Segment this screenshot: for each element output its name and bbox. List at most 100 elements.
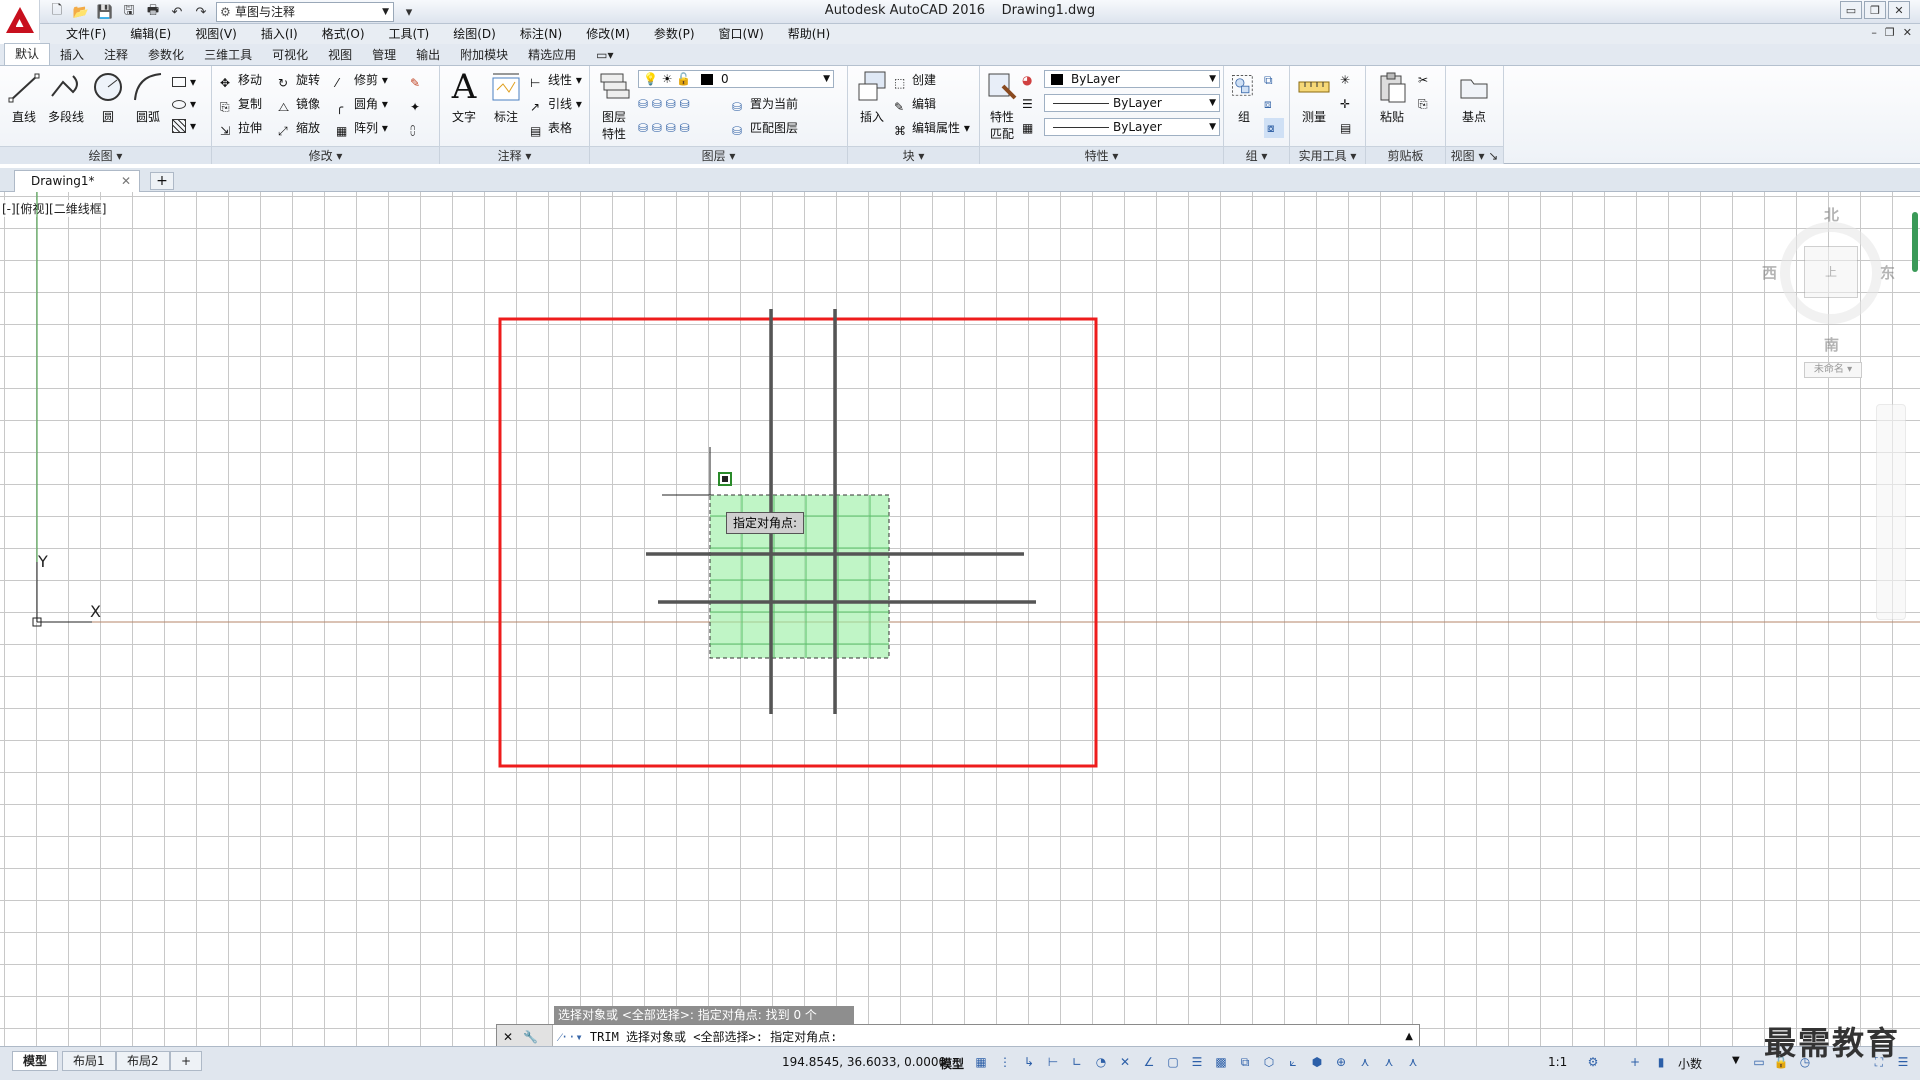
drawing-minimize-button[interactable]: – — [1871, 26, 1877, 39]
rotate-button[interactable]: ↻ 旋转 — [276, 70, 320, 90]
object-snap-tracking-icon[interactable]: ∠ — [1140, 1053, 1158, 1071]
arc-button[interactable]: 圆弧 — [128, 70, 168, 142]
match-layer-button[interactable]: ⛁ 匹配图层 — [730, 118, 798, 138]
command-line[interactable]: ✕ 🔧 ⁄··▾ TRIM 选择对象或 <全部选择>: 指定对角点: ▲ — [496, 1024, 1420, 1046]
base-view-button[interactable]: 基点 — [1454, 70, 1494, 142]
model-space-button[interactable]: 模型 — [940, 1055, 964, 1072]
ellipse-button[interactable]: ▾ — [170, 94, 196, 114]
workspace-select[interactable]: ⚙ 草图与注释 ▼ — [216, 2, 394, 22]
layout-tab-2[interactable]: 布局2 — [116, 1051, 170, 1071]
snap-icon[interactable]: ⋮ — [996, 1053, 1014, 1071]
menu-modify[interactable]: 修改(M) — [574, 24, 642, 44]
menu-draw[interactable]: 绘图(D) — [441, 24, 508, 44]
mirror-button[interactable]: ⧍ 镜像 — [276, 94, 320, 114]
edit-block-button[interactable]: ✎ 编辑 — [892, 94, 936, 114]
auto-scale-icon[interactable]: ⋏ — [1380, 1053, 1398, 1071]
menu-format[interactable]: 格式(O) — [310, 24, 377, 44]
hatch-button[interactable]: ▾ — [170, 116, 196, 136]
trim-button[interactable]: ⁄ 修剪 ▾ — [334, 70, 388, 90]
new-tab-button[interactable]: + — [150, 172, 174, 190]
dynamic-ucs-icon[interactable]: ⟀ — [1284, 1053, 1302, 1071]
document-tab[interactable]: Drawing1* ✕ — [14, 170, 140, 192]
line-button[interactable]: 直线 — [4, 70, 44, 142]
group-selection-toggle[interactable]: ⧇ — [1264, 118, 1284, 138]
grid-icon[interactable]: ▦ — [972, 1053, 990, 1071]
layout-tab-model[interactable]: 模型 — [12, 1051, 59, 1071]
cut-button[interactable]: ✂ — [1418, 70, 1428, 90]
undo-icon[interactable]: ↶ — [168, 3, 186, 21]
menu-help[interactable]: 帮助(H) — [776, 24, 842, 44]
annotation-scale[interactable]: 1:1 — [1548, 1055, 1567, 1069]
tab-view[interactable]: 视图 — [318, 45, 362, 65]
menu-file[interactable]: 文件(F) — [54, 24, 118, 44]
linear-dim-button[interactable]: ⊢ 线性 ▾ — [528, 70, 582, 90]
stretch-button[interactable]: ⇲ 拉伸 — [218, 118, 262, 138]
open-file-icon[interactable]: 📂 — [72, 3, 90, 21]
drawing-close-button[interactable]: ✕ — [1903, 26, 1912, 39]
units-button[interactable]: 小数 — [1678, 1055, 1702, 1072]
wrench-icon[interactable]: 🔧 — [523, 1030, 538, 1044]
menu-dimension[interactable]: 标注(N) — [508, 24, 574, 44]
explode-button[interactable]: ✦ — [408, 94, 428, 114]
group-button[interactable]: 组 — [1226, 70, 1262, 142]
paste-button[interactable]: 粘贴 — [1372, 70, 1412, 142]
scale-button[interactable]: ⤢ 缩放 — [276, 118, 320, 138]
insert-block-button[interactable]: 插入 — [852, 70, 892, 142]
lineweight-display-icon[interactable]: ☰ — [1188, 1053, 1206, 1071]
panel-clipboard-title[interactable]: 剪贴板 — [1366, 146, 1445, 164]
compass-west[interactable]: 西 — [1762, 262, 1777, 283]
array-button[interactable]: ▦ 阵列 ▾ — [334, 118, 388, 138]
menu-insert[interactable]: 插入(I) — [249, 24, 310, 44]
close-button[interactable]: ✕ — [1888, 1, 1910, 19]
restore-button[interactable]: ❐ — [1864, 1, 1886, 19]
measure-button[interactable]: 测量 — [1294, 70, 1334, 142]
menu-tools[interactable]: 工具(T) — [377, 24, 442, 44]
copy-button[interactable]: ⎘ 复制 — [218, 94, 262, 114]
layer-dropdown[interactable]: 💡 ☀ 🔓 0 ▼ — [638, 70, 834, 88]
panel-groups-title[interactable]: 组 ▾ — [1224, 146, 1289, 164]
polar-icon[interactable]: ◔ — [1092, 1053, 1110, 1071]
menu-window[interactable]: 窗口(W) — [707, 24, 776, 44]
compass-north[interactable]: 北 — [1824, 204, 1839, 225]
drawing-canvas[interactable]: [-][俯视][二维线框] Y X 指定对角点: 北 南 东 西 上 未命名 ▾… — [0, 192, 1920, 1046]
compass-south[interactable]: 南 — [1824, 334, 1839, 355]
edit-attributes-button[interactable]: ⌘ 编辑属性 ▾ — [892, 118, 970, 138]
transparency-button[interactable]: ▦ — [1022, 118, 1033, 138]
dynamic-input-icon[interactable]: ⊢ — [1044, 1053, 1062, 1071]
scroll-indicator[interactable] — [1912, 212, 1918, 272]
units-chevron-icon[interactable]: ▼ — [1732, 1055, 1740, 1066]
create-block-button[interactable]: ⬚ 创建 — [892, 70, 936, 90]
tab-addins[interactable]: 附加模块 — [450, 45, 518, 65]
circle-button[interactable]: 圆 — [88, 70, 128, 142]
menu-edit[interactable]: 编辑(E) — [118, 24, 183, 44]
isodraft-icon[interactable]: ✕ — [1116, 1053, 1134, 1071]
layer-tool-icons[interactable]: ⛁ ⛁ ⛁ ⛁ — [638, 97, 690, 111]
compass-east[interactable]: 东 — [1880, 262, 1895, 283]
panel-block-title[interactable]: 块 ▾ — [848, 146, 979, 164]
point-button[interactable]: ✛ — [1340, 94, 1350, 114]
application-menu-button[interactable] — [0, 0, 40, 40]
save-as-icon[interactable]: 🖫 — [120, 3, 138, 21]
redo-icon[interactable]: ↷ — [192, 3, 210, 21]
cursor-coordinates[interactable]: 194.8545, 36.6033, 0.0000 — [782, 1055, 946, 1069]
ortho-icon[interactable]: ∟ — [1068, 1053, 1086, 1071]
make-current-button[interactable]: ⛁ 置为当前 — [730, 94, 798, 114]
linetype-dropdown[interactable]: ByLayer ▼ — [1044, 94, 1220, 112]
tab-insert[interactable]: 插入 — [50, 45, 94, 65]
navigation-bar[interactable] — [1876, 404, 1906, 620]
close-tab-icon[interactable]: ✕ — [121, 171, 131, 191]
print-icon[interactable]: 🖶 — [144, 3, 162, 21]
color-dropdown[interactable]: ByLayer ▼ — [1044, 70, 1220, 88]
annotation-scale-icon[interactable]: ⋏ — [1404, 1053, 1422, 1071]
close-command-icon[interactable]: ✕ — [503, 1030, 513, 1044]
erase-button[interactable]: ✎ — [408, 70, 428, 90]
table-button[interactable]: ▤ 表格 — [528, 118, 572, 138]
ucs-menu[interactable]: 未命名 ▾ — [1804, 362, 1862, 378]
panel-draw-title[interactable]: 绘图 ▾ — [0, 146, 211, 164]
tab-output[interactable]: 输出 — [406, 45, 450, 65]
calculator-button[interactable]: ▤ — [1340, 118, 1351, 138]
minimize-button[interactable]: ▭ — [1840, 1, 1862, 19]
panel-utilities-title[interactable]: 实用工具 ▾ — [1290, 146, 1365, 164]
tab-annotate[interactable]: 注释 — [94, 45, 138, 65]
color-wheel-button[interactable]: ◕ — [1022, 70, 1032, 90]
